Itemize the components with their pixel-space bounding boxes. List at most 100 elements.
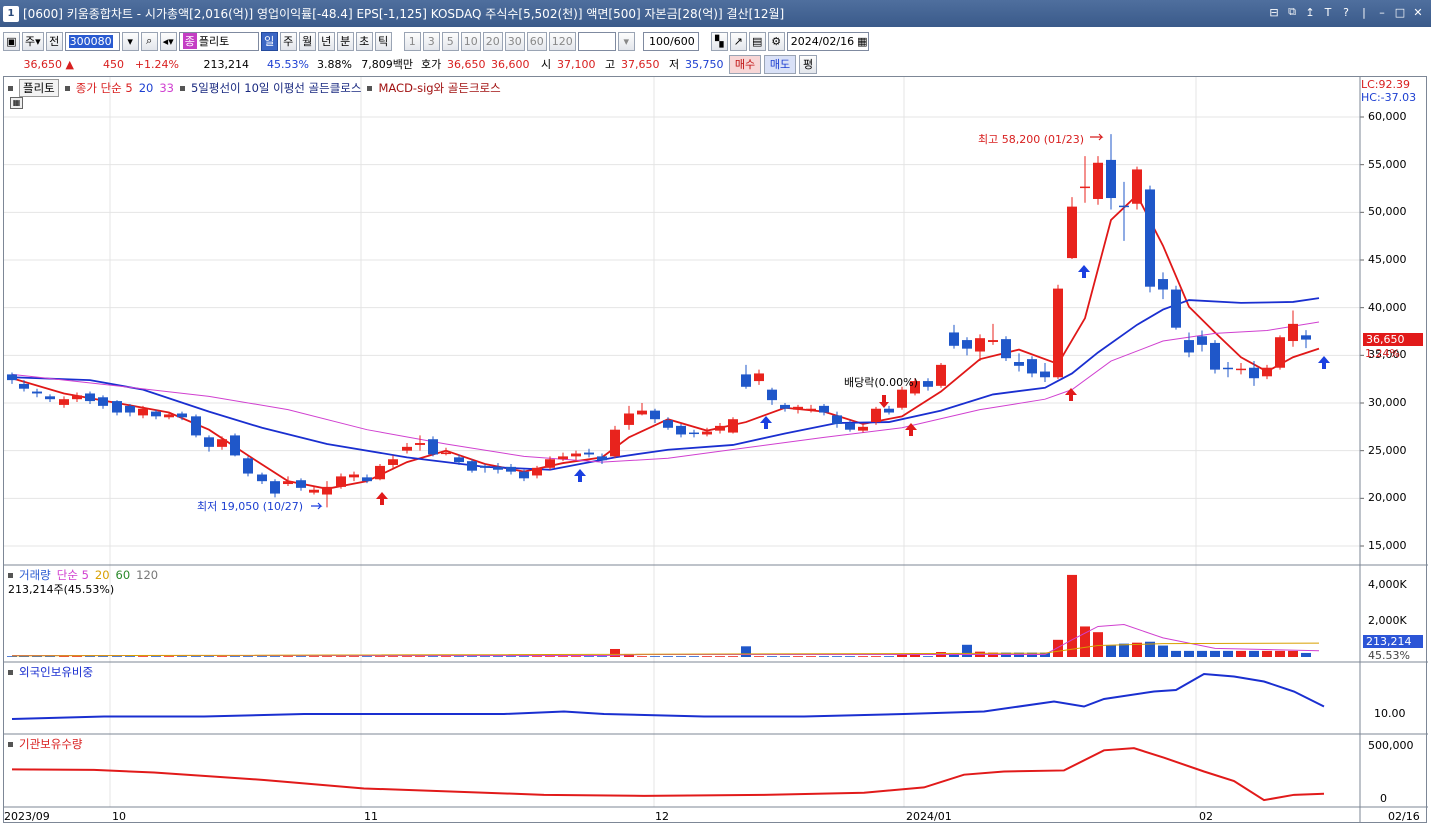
candle-body	[1171, 289, 1181, 328]
tab-month[interactable]: 월	[298, 31, 316, 51]
interval-custom-input[interactable]	[577, 31, 616, 51]
legend-dot-icon	[8, 572, 13, 578]
candle-body	[441, 452, 451, 455]
volume-bar	[257, 656, 267, 657]
candle-body	[191, 416, 201, 436]
volume-bar	[845, 656, 855, 657]
candle-body	[402, 446, 412, 451]
volume-bar	[793, 656, 803, 657]
pin-icon[interactable]: ↥	[1303, 5, 1317, 19]
settings-gear-icon[interactable]: ⚙	[767, 31, 785, 51]
trend-icon[interactable]: ↗	[729, 31, 747, 51]
candle-body	[962, 340, 972, 349]
volume-bar	[1197, 650, 1207, 657]
tab-tick[interactable]: 틱	[374, 31, 392, 51]
candle-body	[296, 480, 306, 488]
volume-bar	[98, 656, 108, 657]
inst-title[interactable]: 기관보유수량	[19, 736, 82, 752]
candle-body	[388, 459, 398, 465]
volume-bar	[296, 656, 306, 657]
date-input[interactable]: 2024/02/16 ▦	[786, 31, 869, 51]
font-icon[interactable]: T	[1321, 5, 1335, 19]
volume-ma120[interactable]: 120	[136, 568, 158, 582]
calendar-icon[interactable]: ▦	[857, 35, 867, 48]
candle-body	[780, 404, 790, 409]
interval-10[interactable]: 10	[460, 31, 481, 51]
legend-dot-icon	[8, 741, 13, 747]
prev-button[interactable]: 전	[45, 31, 63, 51]
code-dropdown-icon[interactable]: ▾	[121, 31, 139, 51]
interval-120[interactable]: 120	[548, 31, 576, 51]
volume-tick-4000k: 4,000K	[1368, 578, 1407, 591]
save-icon[interactable]: ▤	[748, 31, 766, 51]
stock-name-label[interactable]: 플리토	[19, 79, 59, 97]
candle-body	[1119, 205, 1129, 208]
ma-legend[interactable]: 종가 단순 5	[76, 80, 133, 96]
close-icon[interactable]: ✕	[1411, 5, 1425, 19]
tab-second[interactable]: 초	[355, 31, 373, 51]
tab-week[interactable]: 주	[279, 31, 297, 51]
candle-body	[610, 429, 620, 457]
candle-body	[1301, 335, 1311, 340]
low-annotation: 최저 19,050 (10/27)	[197, 500, 304, 513]
legend-dot-icon	[179, 85, 185, 91]
table-icon[interactable]: ▦	[10, 97, 23, 109]
stock-code-input[interactable]: 300080	[64, 31, 120, 51]
volume-bar	[428, 656, 438, 657]
ask-label: 호가	[421, 58, 442, 71]
macd-up-arrow	[574, 469, 586, 482]
tab-minute[interactable]: 분	[336, 31, 354, 51]
volume-ma60[interactable]: 60	[116, 568, 131, 582]
interval-30[interactable]: 30	[504, 31, 525, 51]
interval-20[interactable]: 20	[482, 31, 503, 51]
interval-1[interactable]: 1	[403, 31, 421, 51]
count-input[interactable]: 100/600	[642, 31, 699, 51]
volume-ma20[interactable]: 20	[95, 568, 110, 582]
chart-menu-icon[interactable]: ▣	[3, 31, 20, 51]
signal1-legend[interactable]: 5일평선이 10일 이평선 골든클로스	[191, 80, 361, 96]
chart-area[interactable]: 플리토 종가 단순 5 20 33 5일평선이 10일 이평선 골든클로스 MA…	[3, 76, 1428, 824]
interval-5[interactable]: 5	[441, 31, 459, 51]
chart-canvas[interactable]	[4, 77, 1428, 824]
volume-bar	[1119, 643, 1129, 657]
panel-borders	[4, 77, 1428, 823]
candle-body	[125, 405, 135, 413]
signal2-legend[interactable]: MACD-sig와 골든크로스	[378, 80, 500, 96]
ma33-legend[interactable]: 33	[159, 81, 174, 95]
minimize-icon[interactable]: –	[1375, 5, 1389, 19]
current-pct-tag: 1.24%	[1365, 347, 1400, 360]
ma20-legend[interactable]: 20	[139, 81, 154, 95]
interval-3[interactable]: 3	[422, 31, 440, 51]
period-type-select[interactable]: 주 ▾	[22, 31, 44, 51]
foreign-ratio-line	[11, 672, 1325, 720]
candle-tools-icon[interactable]: ▚	[710, 31, 728, 51]
tab-year[interactable]: 년	[317, 31, 335, 51]
price-tick-label: 20,000	[1368, 491, 1407, 505]
sound-icon[interactable]: ◂▾	[159, 31, 177, 51]
volume-bar	[1275, 650, 1285, 657]
restore-icon[interactable]: ⧉	[1285, 5, 1299, 19]
layout-icon[interactable]: ⊟	[1267, 5, 1281, 19]
volume-bar	[309, 656, 319, 657]
candle-body	[663, 420, 673, 428]
price-tick-label: 60,000	[1368, 110, 1407, 123]
candle-body	[415, 443, 425, 445]
candle-body	[767, 389, 777, 401]
candle-body	[59, 399, 69, 405]
eval-button[interactable]: 평	[799, 54, 817, 74]
volume-bar	[1301, 652, 1311, 657]
foreign-title[interactable]: 외국인보유비중	[19, 664, 93, 680]
maximize-icon[interactable]: □	[1393, 5, 1407, 19]
candle-body	[519, 471, 529, 479]
interval-60[interactable]: 60	[526, 31, 547, 51]
buy-button[interactable]: 매수	[729, 54, 761, 74]
stock-name-field[interactable]: 종 플리토	[178, 31, 259, 51]
interval-dropdown-icon[interactable]: ▾	[617, 31, 635, 51]
volume-bar	[191, 656, 201, 657]
high-pointer-arrow	[1090, 133, 1104, 141]
tab-day[interactable]: 일	[260, 31, 278, 51]
help-icon[interactable]: ?	[1339, 5, 1353, 19]
price-tick-label: 15,000	[1368, 539, 1407, 552]
search-icon[interactable]: ⌕	[140, 31, 158, 51]
sell-button[interactable]: 매도	[764, 54, 796, 74]
